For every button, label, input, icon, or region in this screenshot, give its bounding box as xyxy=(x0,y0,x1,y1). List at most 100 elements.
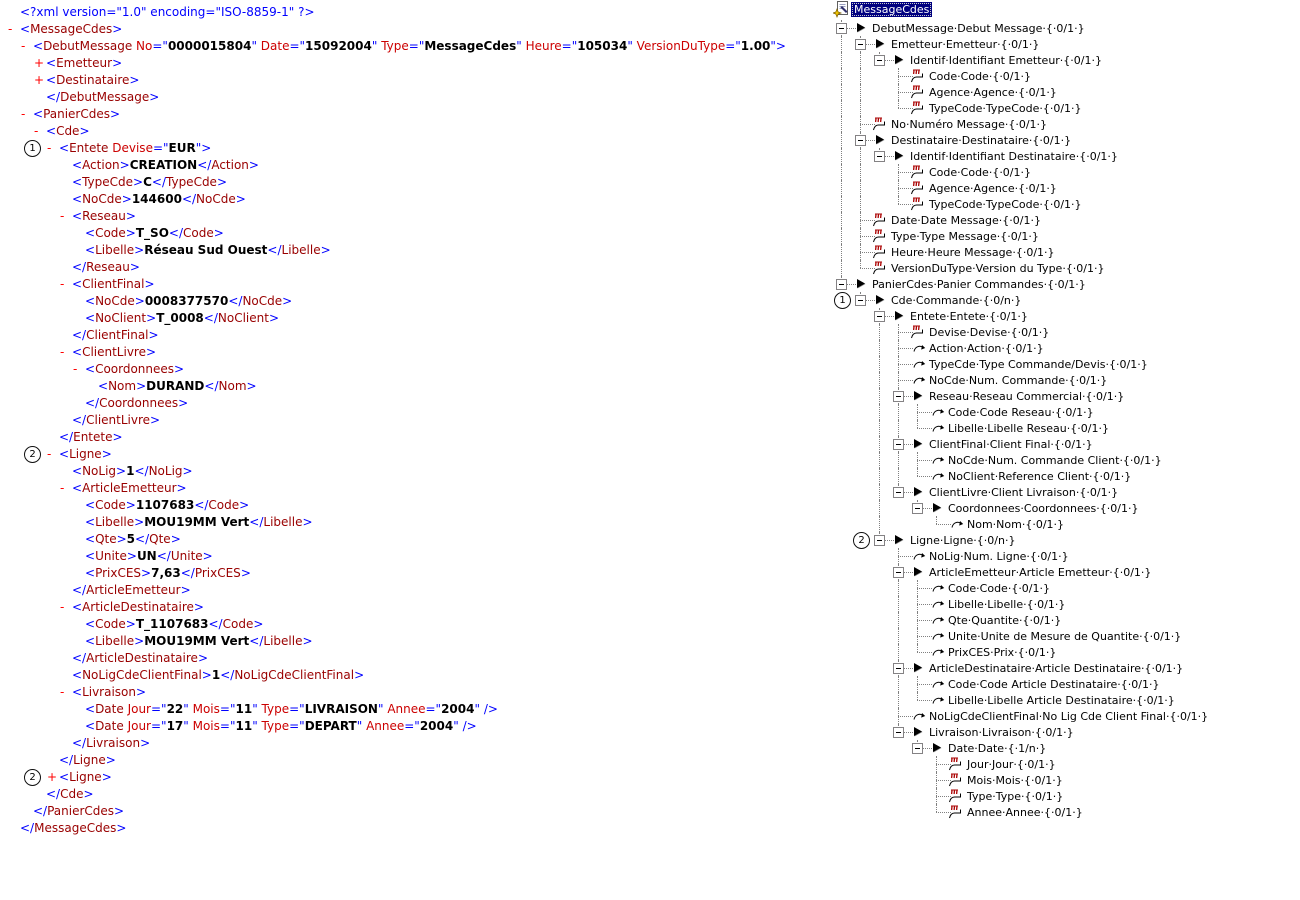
tree-item-label: TypeCode·TypeCode·{·0/1·} xyxy=(929,102,1082,115)
tree-item-label: Ligne·Ligne·{·0/n·} xyxy=(910,534,1015,547)
tree-item[interactable]: Entete·Entete·{·0/1·} xyxy=(0,308,1300,324)
tree-item[interactable]: Ligne·Ligne·{·0/n·}2 xyxy=(0,532,1300,548)
tree-item[interactable]: Action·Action·{·0/1·} xyxy=(0,340,1300,356)
tree-item[interactable]: PanierCdes·Panier Commandes·{·0/1·} xyxy=(0,276,1300,292)
tree-item[interactable]: PrixCES·Prix·{·0/1·} xyxy=(0,644,1300,660)
tree-item[interactable]: Devise·Devise·{·0/1·} xyxy=(0,324,1300,340)
collapse-box[interactable] xyxy=(855,135,866,146)
tree-item[interactable]: Heure·Heure Message·{·0/1·} xyxy=(0,244,1300,260)
tree-item[interactable]: Type·Type Message·{·0/1·} xyxy=(0,228,1300,244)
tree-item[interactable]: Date·Date·{·1/n·} xyxy=(0,740,1300,756)
tree-item[interactable]: Code·Code·{·0/1·} xyxy=(0,164,1300,180)
tree-item[interactable]: Destinataire·Destinataire·{·0/1·} xyxy=(0,132,1300,148)
collapse-box[interactable] xyxy=(912,503,923,514)
child-element-icon xyxy=(932,695,945,708)
tree-root-label[interactable]: MessageCdes xyxy=(851,2,932,17)
tree-connector-line xyxy=(898,644,899,660)
tree-connector-line xyxy=(898,556,899,564)
tree-connector-line xyxy=(841,116,842,132)
tree-item-label: ClientLivre·Client Livraison·{·0/1·} xyxy=(929,486,1118,499)
tree-item[interactable]: NoLig·Num. Ligne·{·0/1·} xyxy=(0,548,1300,564)
tree-item[interactable]: ClientFinal·Client Final·{·0/1·} xyxy=(0,436,1300,452)
tree-item[interactable]: Agence·Agence·{·0/1·} xyxy=(0,180,1300,196)
tree-connector-line xyxy=(936,796,937,804)
tree-connector-line xyxy=(898,692,899,708)
tree-item[interactable]: Type·Type·{·0/1·} xyxy=(0,788,1300,804)
tree-connector-line xyxy=(917,420,918,428)
tree-connector-line xyxy=(917,460,918,468)
tree-item[interactable]: TypeCde·Type Commande/Devis·{·0/1·} xyxy=(0,356,1300,372)
tree-item[interactable]: ClientLivre·Client Livraison·{·0/1·} xyxy=(0,484,1300,500)
tree-item[interactable]: ArticleDestinataire·Article Destinataire… xyxy=(0,660,1300,676)
tree-item[interactable]: NoLigCdeClientFinal·No Lig Cde Client Fi… xyxy=(0,708,1300,724)
collapse-box[interactable] xyxy=(893,487,904,498)
tree-item-label: Date·Date Message·{·0/1·} xyxy=(891,214,1041,227)
collapse-box[interactable] xyxy=(893,439,904,450)
tree-item[interactable]: Identif·Identifiant Destinataire·{·0/1·} xyxy=(0,148,1300,164)
tree-item[interactable]: NoCde·Num. Commande·{·0/1·} xyxy=(0,372,1300,388)
element-node-icon xyxy=(932,742,943,757)
minus-glyph xyxy=(839,28,844,29)
tree-connector-line xyxy=(841,244,842,260)
tree-item[interactable]: Qte·Quantite·{·0/1·} xyxy=(0,612,1300,628)
tree-connector-line xyxy=(917,692,918,700)
tree-connector-line xyxy=(860,196,861,212)
child-element-icon xyxy=(913,375,926,388)
tree-item[interactable]: DebutMessage·Debut Message·{·0/1·} xyxy=(0,20,1300,36)
tree-item[interactable]: Livraison·Livraison·{·0/1·} xyxy=(0,724,1300,740)
collapse-box[interactable] xyxy=(836,279,847,290)
collapse-box[interactable] xyxy=(912,743,923,754)
tree-item[interactable]: Reseau·Reseau Commercial·{·0/1·} xyxy=(0,388,1300,404)
tree-item[interactable]: Annee·Annee·{·0/1·} xyxy=(0,804,1300,820)
collapse-box[interactable] xyxy=(874,535,885,546)
tree-item[interactable]: Code·Code Article Destinataire·{·0/1·} xyxy=(0,676,1300,692)
tree-item[interactable]: Emetteur·Emetteur·{·0/1·} xyxy=(0,36,1300,52)
tree-connector-line xyxy=(917,588,932,589)
tree-connector-line xyxy=(841,84,842,100)
tree-item[interactable]: Agence·Agence·{·0/1·} xyxy=(0,84,1300,100)
collapse-box[interactable] xyxy=(874,151,885,162)
tree-item[interactable]: No·Numéro Message·{·0/1·} xyxy=(0,116,1300,132)
tree-connector-line xyxy=(936,804,937,812)
tree-item[interactable]: Date·Date Message·{·0/1·} xyxy=(0,212,1300,228)
collapse-box[interactable] xyxy=(855,39,866,50)
collapse-box[interactable] xyxy=(836,23,847,34)
tree-item[interactable]: Cde·Commande·{·0/n·}1 xyxy=(0,292,1300,308)
tree-item[interactable]: VersionDuType·Version du Type·{·0/1·} xyxy=(0,260,1300,276)
tree-item[interactable]: NoClient·Reference Client·{·0/1·} xyxy=(0,468,1300,484)
collapse-box[interactable] xyxy=(893,567,904,578)
tree-item[interactable]: Jour·Jour·{·0/1·} xyxy=(0,756,1300,772)
tree-item[interactable]: Nom·Nom·{·0/1·} xyxy=(0,516,1300,532)
tree-item[interactable]: Code·Code Reseau·{·0/1·} xyxy=(0,404,1300,420)
tree-item[interactable]: NoCde·Num. Commande Client·{·0/1·} xyxy=(0,452,1300,468)
collapse-box[interactable] xyxy=(874,311,885,322)
tree-item[interactable]: Libelle·Libelle·{·0/1·} xyxy=(0,596,1300,612)
tree-connector-line xyxy=(898,180,899,188)
tree-connector-line xyxy=(917,428,932,429)
tree-item-label: Code·Code Reseau·{·0/1·} xyxy=(948,406,1094,419)
tree-root-node[interactable]: MessageCdes xyxy=(0,1,400,18)
tree-item[interactable]: Code·Code·{·0/1·} xyxy=(0,68,1300,84)
tree-item[interactable]: Code·Code·{·0/1·} xyxy=(0,580,1300,596)
tree-item[interactable]: TypeCode·TypeCode·{·0/1·} xyxy=(0,196,1300,212)
collapse-box[interactable] xyxy=(855,295,866,306)
collapse-box[interactable] xyxy=(893,727,904,738)
element-node-icon xyxy=(875,294,886,309)
tree-connector-line xyxy=(879,388,880,404)
collapse-box[interactable] xyxy=(893,663,904,674)
collapse-box[interactable] xyxy=(893,391,904,402)
tree-item[interactable]: ArticleEmetteur·Article Emetteur·{·0/1·} xyxy=(0,564,1300,580)
tree-item[interactable]: Coordonnees·Coordonnees·{·0/1·} xyxy=(0,500,1300,516)
collapse-box[interactable] xyxy=(874,55,885,66)
tree-item[interactable]: Mois·Mois·{·0/1·} xyxy=(0,772,1300,788)
tree-connector-line xyxy=(898,100,899,108)
tree-item[interactable]: Libelle·Libelle Reseau·{·0/1·} xyxy=(0,420,1300,436)
tree-item[interactable]: Libelle·Libelle Article Destinataire·{·0… xyxy=(0,692,1300,708)
child-element-icon xyxy=(932,615,945,628)
tree-item-label: Jour·Jour·{·0/1·} xyxy=(967,758,1056,771)
tree-connector-line xyxy=(879,356,880,372)
tree-item[interactable]: Unite·Unite de Mesure de Quantite·{·0/1·… xyxy=(0,628,1300,644)
tree-item[interactable]: TypeCode·TypeCode·{·0/1·} xyxy=(0,100,1300,116)
tree-item-label: Livraison·Livraison·{·0/1·} xyxy=(929,726,1074,739)
tree-item[interactable]: Identif·Identifiant Emetteur·{·0/1·} xyxy=(0,52,1300,68)
